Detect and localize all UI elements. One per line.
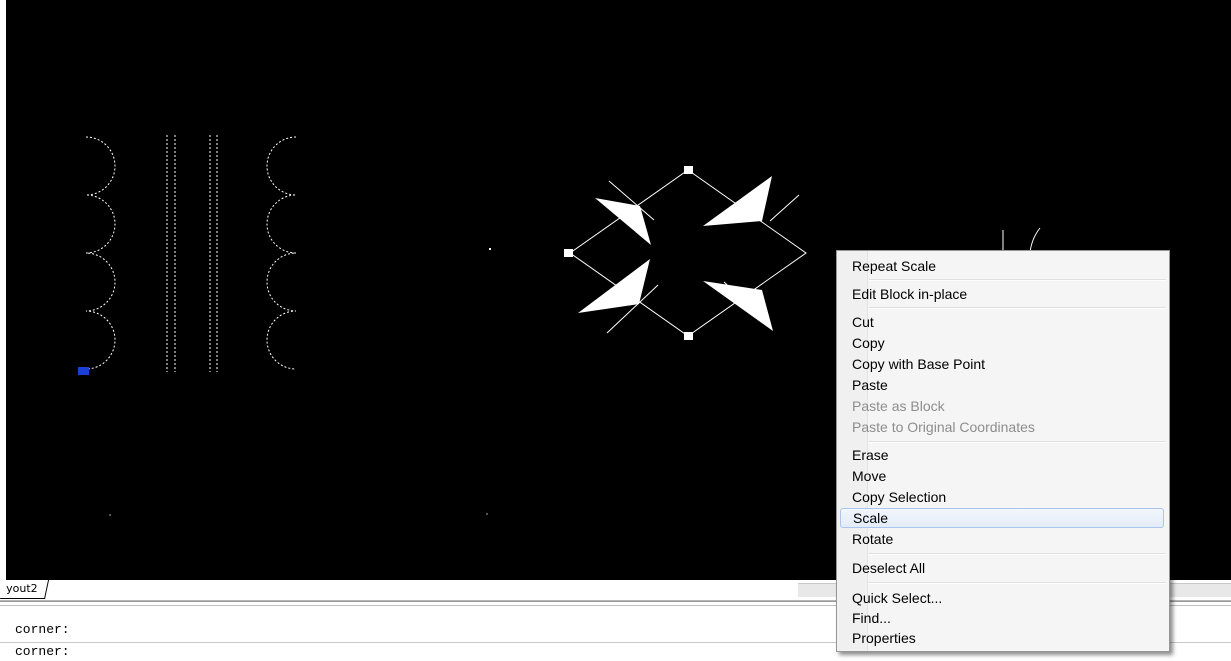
tab-layout2-label: yout2 [6,582,38,595]
menu-item-paste-as-block: Paste as Block [852,398,945,414]
bridge-rectifier-symbol[interactable] [569,169,807,337]
menu-separator [869,441,1166,443]
diode-line-ne[interactable] [769,194,800,222]
menu-item-cut[interactable]: Cut [840,312,1164,332]
point-marker [486,513,488,515]
right-coil[interactable] [266,136,297,370]
menu-item-find[interactable]: Find... [840,608,1164,628]
menu-item-edit-block-in-place[interactable]: Edit Block in-place [840,284,1164,304]
menu-item-copy-selection[interactable]: Copy Selection [840,487,1164,507]
command-line-text: corner: [15,622,70,637]
menu-item-paste-to-original-coordinates: Paste to Original Coordinates [852,419,1035,435]
menu-separator [869,279,1166,281]
grip-bottom[interactable] [684,332,693,340]
menu-item-copy[interactable]: Copy [840,333,1164,353]
diode-triangle-ne[interactable] [703,176,772,226]
bridge-diamond-outline[interactable] [569,169,807,337]
point-marker [109,514,111,516]
diode-triangle-sw[interactable] [578,259,650,313]
transformer-symbol[interactable] [85,135,297,372]
context-menu: Repeat Scale Edit Block in-place Cut Cop… [836,250,1170,652]
point-marker [489,248,491,250]
menu-item-erase[interactable]: Erase [840,445,1164,465]
menu-item-repeat-scale[interactable]: Repeat Scale [840,256,1164,276]
tab-layout2[interactable]: yout2 [0,580,49,599]
menu-item-deselect-all[interactable]: Deselect All [840,558,1164,578]
menu-separator [869,582,1166,584]
menu-item-quick-select[interactable]: Quick Select... [840,588,1164,608]
menu-item-move[interactable]: Move [840,466,1164,486]
menu-separator [869,553,1166,555]
grip-selected-blue[interactable] [78,367,89,375]
diode-triangle-se[interactable] [703,281,773,331]
menu-item-scale[interactable]: Scale [840,508,1164,528]
menu-item-properties[interactable]: Properties [840,628,1164,648]
menu-item-copy-with-base-point[interactable]: Copy with Base Point [840,354,1164,374]
menu-item-paste[interactable]: Paste [840,375,1164,395]
menu-item-rotate[interactable]: Rotate [840,529,1164,549]
command-line-text: corner: [15,644,70,659]
menu-separator [869,307,1166,309]
grip-left[interactable] [564,249,573,257]
grip-top[interactable] [684,166,693,174]
diode-triangle-nw[interactable] [595,198,651,245]
left-coil[interactable] [85,136,116,370]
